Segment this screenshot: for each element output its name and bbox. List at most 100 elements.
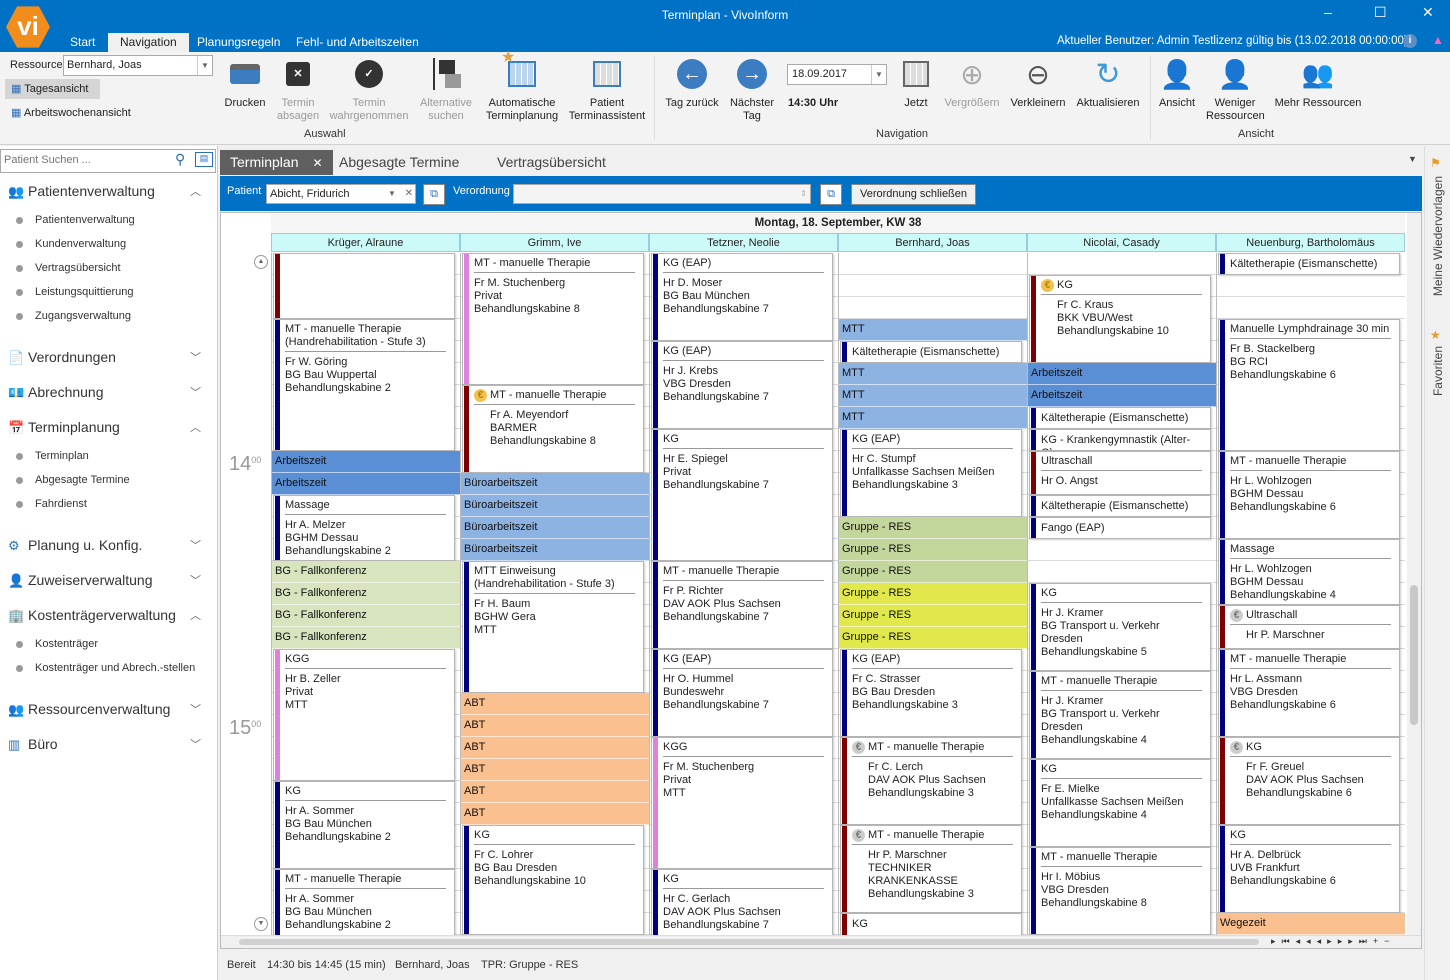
time-block[interactable]: ABT bbox=[461, 715, 649, 737]
time-block[interactable]: Arbeitszeit bbox=[272, 451, 460, 473]
appointment[interactable]: € KG Fr C. Kraus BKK VBU/West Behandlungskab… bbox=[1029, 275, 1211, 363]
sidebar-section-6[interactable]: 🏢 Kostenträgerverwaltung ︿ bbox=[0, 597, 217, 632]
time-block[interactable]: BG - Fallkonferenz bbox=[272, 605, 460, 627]
appointment-grid[interactable]: MT - manuelle Therapie (Handrehabilitati… bbox=[271, 253, 1405, 935]
tagesansicht-button[interactable]: ▦ Tagesansicht bbox=[5, 79, 100, 99]
time-block[interactable]: Gruppe - RES bbox=[839, 605, 1027, 627]
appointment[interactable]: Kältetherapie (Eismanschette) bbox=[840, 341, 1022, 363]
close-button[interactable]: ✕ bbox=[1422, 4, 1434, 21]
spinner-icon[interactable]: ⇕ bbox=[800, 185, 807, 203]
appointment[interactable]: MT - manuelle Therapie Hr J. Kramer BG Tra… bbox=[1029, 671, 1211, 759]
appointment[interactable]: € Ultraschall Hr P. Marschner bbox=[1218, 605, 1400, 649]
sidebar-item[interactable]: Patientenverwaltung bbox=[0, 208, 217, 232]
chevron-up-icon[interactable]: ︿ bbox=[190, 419, 201, 435]
verkleinern-button[interactable]: ⊖ Verkleinern bbox=[1008, 56, 1068, 110]
wiedervorlagen-tab[interactable]: Meine Wiedervorlagen bbox=[1431, 176, 1445, 296]
appointment[interactable]: MT - manuelle Therapie Hr A. Sommer BG Bau… bbox=[273, 869, 455, 935]
info-icon[interactable]: i bbox=[1403, 34, 1417, 48]
chevron-down-icon[interactable]: ▼ bbox=[385, 185, 399, 203]
resource-header[interactable]: Neuenburg, Bartholomäus bbox=[1216, 233, 1405, 252]
termin-wahrgenommen-button[interactable]: ✓ Termin wahrgenommen bbox=[328, 56, 410, 123]
chevron-up-icon[interactable]: ︿ bbox=[190, 183, 201, 199]
time-block[interactable]: ABT bbox=[461, 759, 649, 781]
time-block[interactable]: BG - Fallkonferenz bbox=[272, 561, 460, 583]
scroll-up-icon[interactable]: ▲ bbox=[254, 255, 268, 269]
appointment[interactable]: € MT - manuelle Therapie Fr C. Lerch DAV AO… bbox=[840, 737, 1022, 825]
appointment[interactable]: KG (EAP) Hr J. Krebs VBG Dresden Behandlung… bbox=[651, 341, 833, 429]
appointment[interactable]: MT - manuelle Therapie (Handrehabilitati… bbox=[273, 319, 455, 451]
date-picker[interactable]: 18.09.2017 ▼ bbox=[787, 64, 887, 85]
appointment[interactable]: € KG Fr F. Greuel DAV AOK Plus Sachsen Behan… bbox=[1218, 737, 1400, 825]
appointment[interactable]: KG - Krankengymnastik (Alter-G) bbox=[1029, 429, 1211, 451]
appointment[interactable]: € MT - manuelle Therapie Fr A. Meyendorf BA… bbox=[462, 385, 644, 473]
time-block[interactable]: MTT bbox=[839, 407, 1027, 429]
sidebar-item[interactable]: Kostenträger bbox=[0, 632, 217, 656]
tag-zurueck-button[interactable]: ← Tag zurück bbox=[662, 56, 722, 110]
appointment[interactable]: KG (EAP) Fr C. Strasser BG Bau Dresden Beha… bbox=[840, 649, 1022, 737]
patient-search[interactable]: ⚲ ▤ bbox=[0, 149, 216, 173]
resource-header[interactable]: Nicolai, Casady bbox=[1027, 233, 1216, 252]
appointment[interactable]: KG Hr A. Sommer BG Bau München Behandlungsk… bbox=[273, 781, 455, 869]
sidebar-item[interactable]: Abgesagte Termine bbox=[0, 468, 217, 492]
time-block[interactable]: Arbeitszeit bbox=[272, 473, 460, 495]
arbeitswochenansicht-button[interactable]: ▦ Arbeitswochenansicht bbox=[5, 103, 131, 123]
time-block[interactable]: MTT bbox=[839, 319, 1027, 341]
style-icon[interactable]: ▲ bbox=[1432, 33, 1444, 47]
scroll-thumb[interactable] bbox=[1410, 585, 1418, 725]
time-block[interactable]: MTT bbox=[839, 363, 1027, 385]
termin-absagen-button[interactable]: ✕ Termin absagen bbox=[274, 56, 322, 123]
time-block[interactable]: BG - Fallkonferenz bbox=[272, 583, 460, 605]
sidebar-item[interactable]: Vertragsübersicht bbox=[0, 256, 217, 280]
appointment[interactable]: Manuelle Lymphdrainage 30 min Fr B. Stack… bbox=[1218, 319, 1400, 451]
scroll-down-icon[interactable]: ▼ bbox=[254, 917, 268, 931]
appointment[interactable] bbox=[273, 253, 455, 319]
appointment[interactable]: € MT - manuelle Therapie Hr P. Marschner TE… bbox=[840, 825, 1022, 913]
tab-abgesagte-termine[interactable]: Abgesagte Termine bbox=[329, 150, 469, 175]
appointment[interactable]: KGG Fr M. Stuchenberg Privat MTT bbox=[651, 737, 833, 869]
vergroessern-button[interactable]: ⊕ Vergrößern bbox=[942, 56, 1002, 110]
search-icon[interactable]: ⚲ bbox=[175, 151, 185, 168]
ansicht-button[interactable]: 👤 Ansicht bbox=[1152, 56, 1202, 110]
appointment[interactable]: KG Hr E. Spiegel Privat Behandlungskabine 7 bbox=[651, 429, 833, 561]
patient-select[interactable]: Abicht, Fridurich ▼ ✕ bbox=[266, 184, 416, 204]
chevron-down-icon[interactable]: ﹀ bbox=[190, 537, 201, 553]
time-block[interactable]: Büroarbeitszeit bbox=[461, 539, 649, 561]
chevron-down-icon[interactable]: ▼ bbox=[871, 65, 886, 84]
resource-header[interactable]: Tetzner, Neolie bbox=[649, 233, 838, 252]
ribbon-tab-fehlzeiten[interactable]: Fehl- und Arbeitszeiten bbox=[284, 33, 431, 52]
mehr-ressourcen-button[interactable]: 👥 Mehr Ressourcen bbox=[1270, 56, 1366, 110]
record-navigator[interactable]: ▸⏮◂◂◂▸▸▸⏭+− bbox=[1271, 936, 1395, 947]
appointment[interactable]: KG (EAP) Hr D. Moser BG Bau München Behandl… bbox=[651, 253, 833, 341]
horizontal-scrollbar[interactable]: ▸⏮◂◂◂▸▸▸⏭+− bbox=[221, 935, 1421, 948]
appointment[interactable]: Kältetherapie (Eismanschette) bbox=[1029, 495, 1211, 517]
appointment[interactable]: MT - manuelle Therapie Hr L. Assmann VBG D… bbox=[1218, 649, 1400, 737]
appointment[interactable]: KG Hr C. Gerlach DAV AOK Plus Sachsen Behan… bbox=[651, 869, 833, 935]
appointment[interactable]: KG bbox=[840, 913, 1022, 935]
sidebar-item[interactable]: Zugangsverwaltung bbox=[0, 304, 217, 328]
ribbon-tab-planungsregeln[interactable]: Planungsregeln bbox=[185, 33, 292, 52]
time-block[interactable]: Wegezeit bbox=[1217, 913, 1405, 935]
alternative-suchen-button[interactable]: Alternative suchen bbox=[416, 56, 476, 123]
time-block[interactable]: ABT bbox=[461, 781, 649, 803]
automatische-terminplanung-button[interactable]: ★ Automatische Terminplanung bbox=[484, 50, 560, 123]
time-block[interactable]: Gruppe - RES bbox=[839, 583, 1027, 605]
chevron-down-icon[interactable]: ﹀ bbox=[190, 736, 201, 752]
ribbon-tab-start[interactable]: Start bbox=[58, 33, 107, 52]
time-block[interactable]: Gruppe - RES bbox=[839, 561, 1027, 583]
verordnung-schliessen-button[interactable]: Verordnung schließen bbox=[851, 184, 977, 205]
appointment[interactable]: KG Fr C. Lohrer BG Bau Dresden Behandlungsk… bbox=[462, 825, 644, 935]
time-block[interactable]: Gruppe - RES bbox=[839, 539, 1027, 561]
time-block[interactable]: Büroarbeitszeit bbox=[461, 517, 649, 539]
chevron-down-icon[interactable]: ﹀ bbox=[190, 349, 201, 365]
aktualisieren-button[interactable]: ↻ Aktualisieren bbox=[1074, 56, 1142, 110]
time-block[interactable]: Gruppe - RES bbox=[839, 627, 1027, 649]
sidebar-section-0[interactable]: 👥 Patientenverwaltung ︿ bbox=[0, 173, 217, 208]
appointment[interactable]: KGG Hr B. Zeller Privat MTT bbox=[273, 649, 455, 781]
jetzt-button[interactable]: Jetzt bbox=[896, 56, 936, 110]
chevron-down-icon[interactable]: ﹀ bbox=[190, 384, 201, 400]
time-block[interactable]: Büroarbeitszeit bbox=[461, 473, 649, 495]
resource-header[interactable]: Grimm, Ive bbox=[460, 233, 649, 252]
sidebar-section-3[interactable]: 📅 Terminplanung ︿ bbox=[0, 409, 217, 444]
sidebar-section-7[interactable]: 👥 Ressourcenverwaltung ﹀ bbox=[0, 691, 217, 726]
appointment[interactable]: MT - manuelle Therapie Hr I. Möbius VBG Dr… bbox=[1029, 847, 1211, 935]
